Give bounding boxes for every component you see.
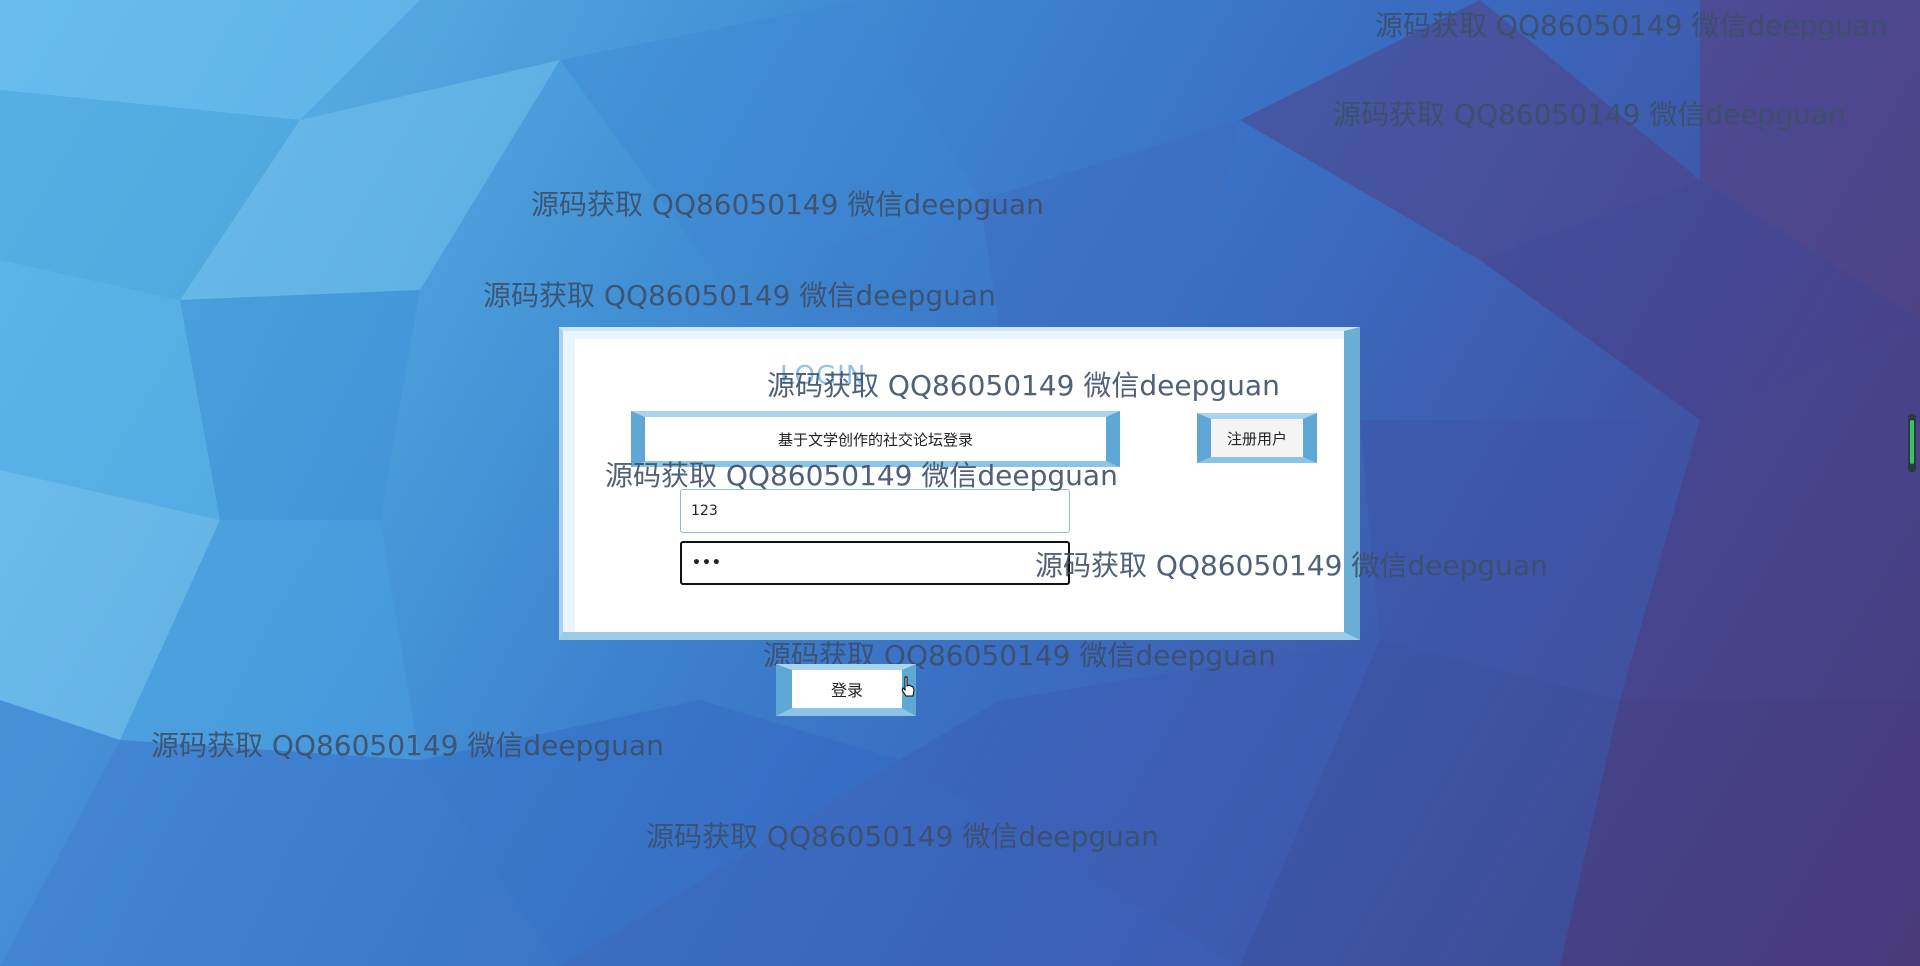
watermark: 源码获取 QQ86050149 微信deepguan [1035,549,1548,582]
watermark: 源码获取 QQ86050149 微信deepguan [646,820,1159,853]
watermark: 源码获取 QQ86050149 微信deepguan [1333,98,1846,131]
watermark: 源码获取 QQ86050149 微信deepguan [531,188,1044,221]
watermark: 源码获取 QQ86050149 微信deepguan [605,459,1118,492]
watermark: 源码获取 QQ86050149 微信deepguan [483,279,996,312]
username-input[interactable]: 123 [680,489,1070,533]
hand-cursor-icon [901,676,915,697]
watermark: 源码获取 QQ86050149 微信deepguan [767,369,1280,402]
watermark: 源码获取 QQ86050149 微信deepguan [151,729,664,762]
scroll-indicator[interactable] [1908,414,1916,472]
login-button[interactable]: 登录 [776,664,916,716]
register-button[interactable]: 注册用户 [1197,413,1317,463]
password-input[interactable]: ••• [680,541,1070,585]
watermark: 源码获取 QQ86050149 微信deepguan [1375,9,1888,42]
